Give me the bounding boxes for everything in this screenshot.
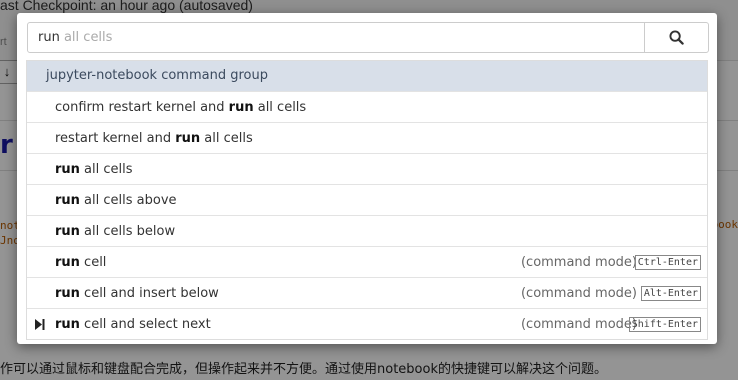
command-label-text: all cells below [79,224,176,239]
command-mode-label: (command mode) [520,317,637,332]
command-label-text: cell and insert below [79,286,219,301]
command-item[interactable]: run cell and insert below (command mode) A… [27,277,707,308]
keyboard-shortcut: Shift-Enter [628,317,701,332]
command-item-label: restart kernel and run all cells [55,131,253,146]
command-item[interactable]: run all cells above [27,184,707,215]
command-list: jupyter-notebook command group confirm r… [26,60,708,340]
command-mode-label: (command mode) [520,286,637,301]
command-label-text: all cells [253,100,307,115]
command-label-text: confirm restart kernel and [55,100,229,115]
command-match-highlight: run [55,255,80,270]
command-match-highlight: run [55,193,80,208]
command-search-input[interactable] [28,23,644,52]
command-item[interactable]: confirm restart kernel and run all cells [27,91,707,122]
command-match-highlight: run [175,131,201,146]
command-item-label: confirm restart kernel and run all cells [55,100,306,115]
command-match-highlight: run [228,100,254,115]
command-item-label: run all cells [55,162,133,177]
command-item[interactable]: run all cells below [27,215,707,246]
command-match-highlight: run [55,224,80,239]
command-item[interactable]: restart kernel and run all cells [27,122,707,153]
search-button[interactable] [644,22,709,53]
keyboard-shortcut: Ctrl-Enter [634,255,701,270]
command-label-text: all cells [200,131,253,146]
command-label-text: cell [79,255,107,270]
command-label-text: all cells above [79,193,177,208]
command-item-label: run cell and select next [55,317,211,332]
command-match-highlight: run [55,162,80,177]
command-label-text: all cells [79,162,133,177]
command-label-text: restart kernel and [55,131,176,146]
command-search-box: run all cells [27,22,709,53]
search-icon [669,30,684,45]
command-item-label: run cell and insert below [55,286,219,301]
command-item[interactable]: run all cells [27,153,707,184]
command-item-label: run all cells above [55,193,177,208]
command-group-header: jupyter-notebook command group [27,61,707,91]
command-items: confirm restart kernel and run all cells… [27,91,707,339]
command-label-text: cell and select next [79,317,211,332]
play-next-icon [35,319,45,330]
command-item-label: run cell [55,255,106,270]
keyboard-shortcut: Alt-Enter [640,286,701,301]
command-match-highlight: run [55,286,80,301]
command-mode-label: (command mode) [520,255,637,270]
command-item[interactable]: run cell and select next (command mode) Sh… [27,308,707,339]
command-item[interactable]: run cell (command mode) Ctrl-Enter [27,246,707,277]
command-match-highlight: run [55,317,80,332]
command-item-label: run all cells below [55,224,175,239]
command-palette: run all cells jupyter-notebook command g… [17,13,717,344]
